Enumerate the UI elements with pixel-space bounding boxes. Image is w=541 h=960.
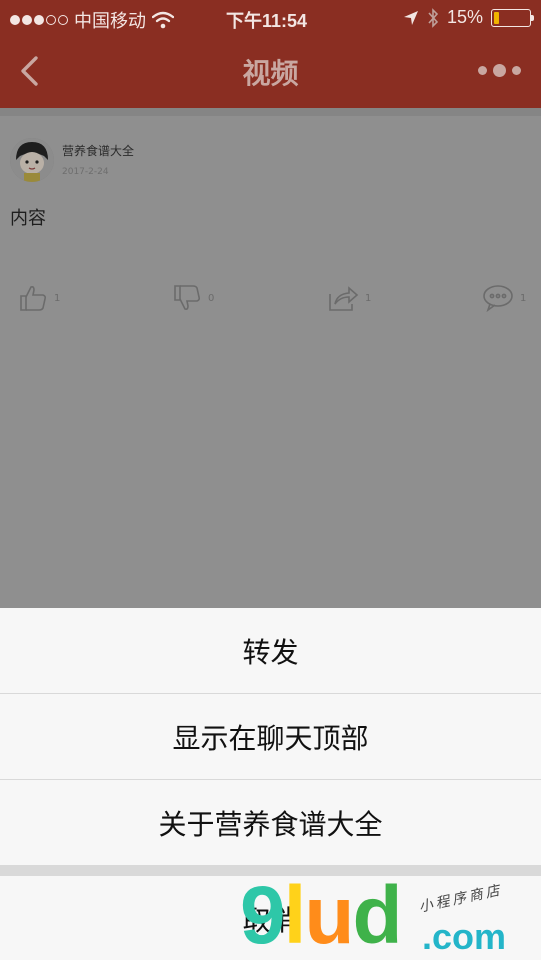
post-actions: 1 0 1 1 bbox=[0, 284, 541, 314]
like-count: 1 bbox=[54, 292, 61, 304]
dislike-count: 0 bbox=[208, 292, 215, 304]
status-bar: 中国移动 下午11:54 15% bbox=[0, 0, 541, 36]
more-dots-icon[interactable] bbox=[478, 64, 521, 77]
content-divider bbox=[0, 108, 541, 116]
post-body: 内容 bbox=[10, 208, 46, 229]
bluetooth-icon bbox=[428, 7, 439, 28]
avatar[interactable] bbox=[10, 138, 54, 182]
status-time: 下午11:54 bbox=[226, 11, 308, 31]
share-action[interactable]: 1 bbox=[327, 284, 371, 312]
thumbs-down-icon bbox=[174, 285, 201, 310]
battery-level-fill bbox=[494, 11, 499, 24]
about-account-button[interactable]: 关于营养食谱大全 bbox=[0, 780, 541, 865]
avatar-cartoon-image bbox=[10, 138, 54, 182]
signal-strength-icon bbox=[10, 15, 68, 25]
like-action[interactable]: 1 bbox=[18, 284, 60, 312]
post-content: 营养食谱大全 2017-2-24 内容 1 0 1 1 bbox=[0, 108, 541, 608]
comment-icon bbox=[483, 285, 513, 312]
post-date: 2017-2-24 bbox=[62, 167, 109, 177]
action-sheet: 转发 显示在聊天顶部 关于营养食谱大全 取消 bbox=[0, 608, 541, 960]
share-icon bbox=[329, 286, 359, 311]
status-right: 15% bbox=[403, 7, 534, 28]
comment-action[interactable]: 1 bbox=[482, 284, 526, 312]
thumbs-up-icon bbox=[20, 286, 47, 311]
wifi-icon bbox=[152, 11, 174, 29]
nav-bar: 视频 bbox=[0, 36, 541, 108]
pin-to-chat-top-button[interactable]: 显示在聊天顶部 bbox=[0, 694, 541, 779]
battery-icon bbox=[491, 8, 534, 27]
status-left: 中国移动 bbox=[10, 7, 174, 33]
location-arrow-icon bbox=[403, 10, 418, 25]
dislike-action[interactable]: 0 bbox=[172, 284, 214, 312]
account-name[interactable]: 营养食谱大全 bbox=[62, 142, 134, 159]
comment-count: 1 bbox=[520, 292, 527, 304]
page-title: 视频 bbox=[242, 57, 299, 90]
carrier-name: 中国移动 bbox=[74, 11, 146, 31]
forward-button[interactable]: 转发 bbox=[0, 608, 541, 693]
battery-percent: 15% bbox=[446, 7, 483, 27]
share-count: 1 bbox=[365, 292, 372, 304]
cancel-button[interactable]: 取消 bbox=[0, 876, 541, 960]
